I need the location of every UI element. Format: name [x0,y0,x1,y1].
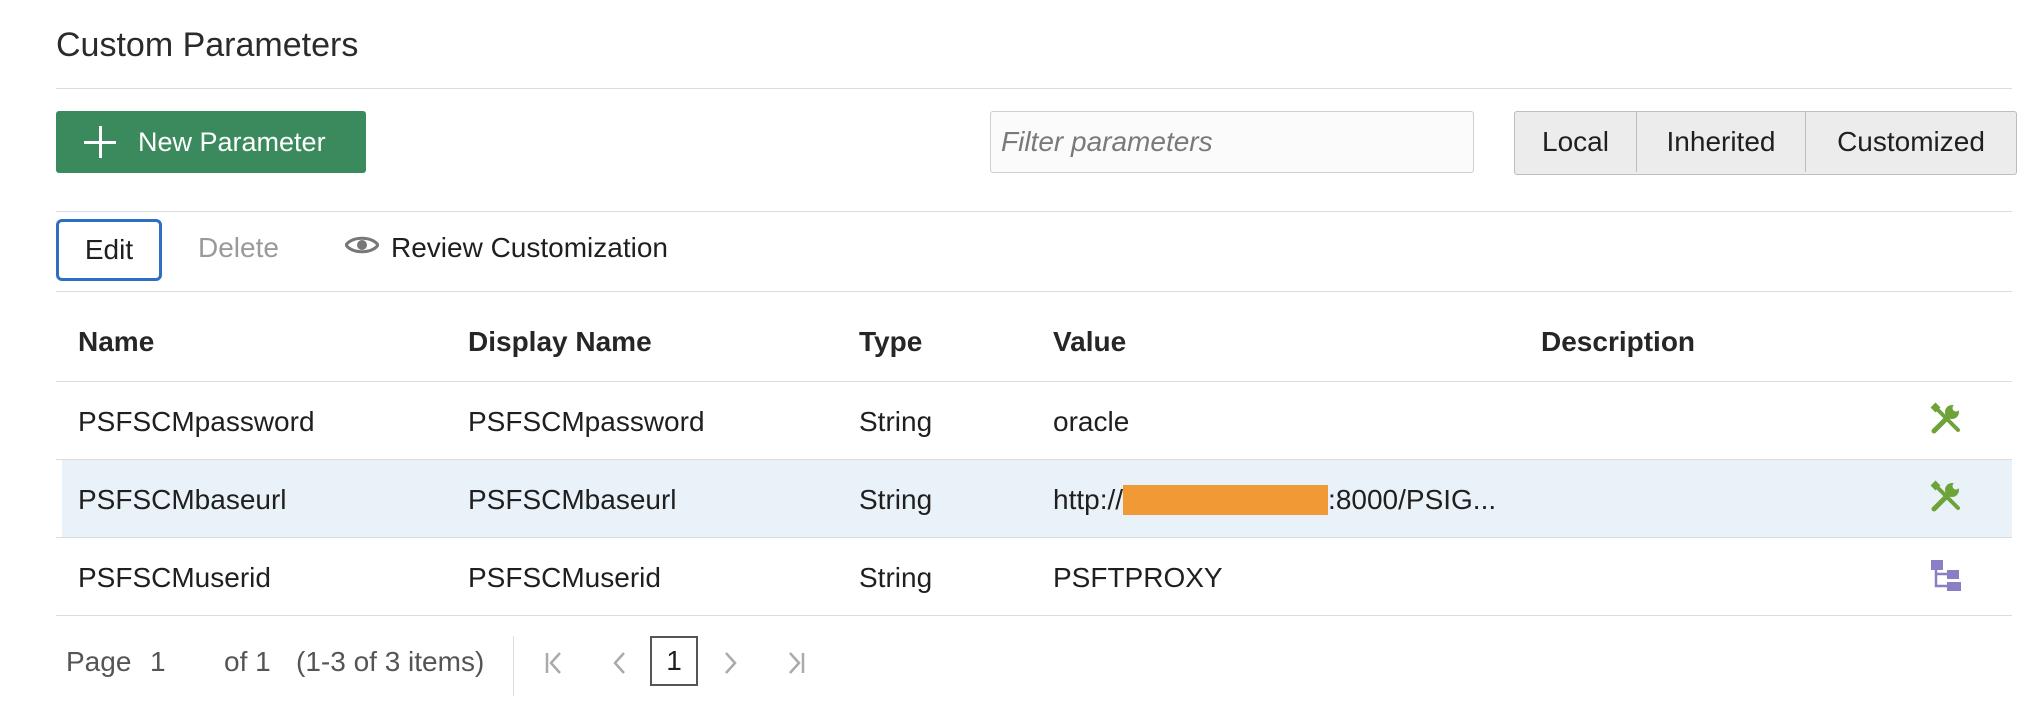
first-page-icon[interactable] [544,648,564,678]
page-button-current[interactable]: 1 [650,636,698,686]
last-page-icon[interactable] [786,648,806,678]
hierarchy-icon[interactable] [1929,558,1963,592]
review-customization-button[interactable]: Review Customization [345,232,668,264]
review-customization-label: Review Customization [391,232,668,263]
divider [56,211,2012,212]
cell-value: oracle [1053,406,1130,437]
new-parameter-button[interactable]: New Parameter [56,111,366,173]
eye-icon [345,236,379,254]
cell-name: PSFSCMuserid [78,562,271,593]
table-row[interactable]: PSFSCMpassword PSFSCMpassword String ora… [56,382,2012,460]
cell-name: PSFSCMpassword [78,406,315,437]
divider [56,291,2012,292]
column-header-display-name[interactable]: Display Name [468,326,652,358]
redaction-block [1123,484,1329,515]
divider [56,615,2012,616]
page-title: Custom Parameters [56,26,359,64]
new-parameter-label: New Parameter [138,126,326,157]
page-number-input[interactable]: 1 [150,646,166,678]
table-row[interactable]: PSFSCMuserid PSFSCMuserid String PSFTPRO… [56,538,2012,616]
column-header-value[interactable]: Value [1053,326,1126,358]
page-label: Page [66,646,132,677]
cell-display-name: PSFSCMpassword [468,406,705,437]
scope-segmented-control: Local Inherited Customized [1514,111,2017,175]
plus-icon [84,126,116,158]
value-suffix: :8000/PSIG... [1328,484,1497,515]
next-page-icon[interactable] [722,648,738,678]
segment-customized[interactable]: Customized [1806,112,2016,172]
cell-type: String [859,406,933,437]
wrench-screwdriver-icon[interactable] [1929,402,1963,436]
cell-display-name: PSFSCMbaseurl [468,484,677,515]
cell-name: PSFSCMbaseurl [78,484,287,515]
previous-page-icon[interactable] [612,648,628,678]
segment-inherited[interactable]: Inherited [1637,112,1806,172]
filter-parameters-input[interactable] [990,111,1474,173]
table-row-selected[interactable]: PSFSCMbaseurl PSFSCMbaseurl String http:… [62,460,2012,538]
delete-button[interactable]: Delete [198,232,279,264]
cell-display-name: PSFSCMuserid [468,562,661,593]
divider [56,88,2012,89]
cell-type: String [859,562,933,593]
wrench-screwdriver-icon[interactable] [1929,480,1963,514]
cell-type: String [859,484,933,515]
column-header-description[interactable]: Description [1541,326,1695,358]
page-count: of 1 [224,646,271,677]
items-summary: (1-3 of 3 items) [296,646,485,677]
value-prefix: http:// [1053,484,1124,515]
segment-local[interactable]: Local [1515,112,1637,172]
cell-value: PSFTPROXY [1053,562,1223,593]
pagination: Page 1 of 1 (1-3 of 3 items) 1 [0,636,2039,696]
column-header-type[interactable]: Type [859,326,922,358]
cell-value: http:// :8000/PSIG... [1053,484,1496,516]
divider [513,636,514,696]
edit-button[interactable]: Edit [56,219,162,281]
column-header-name[interactable]: Name [78,326,154,358]
